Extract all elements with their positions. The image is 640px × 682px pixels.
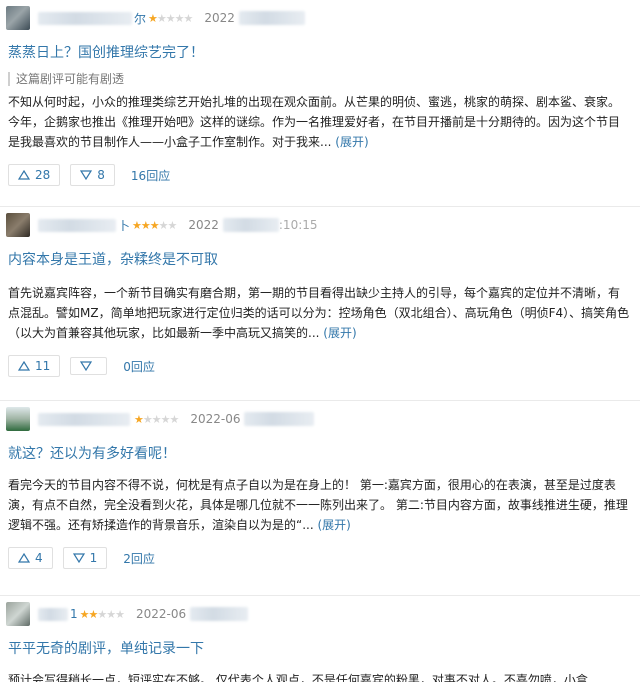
review-actions: 28 8 16回应 — [8, 164, 640, 186]
review-header: ★★★★★ 2022-06 — [0, 401, 640, 437]
useless-button[interactable] — [70, 357, 108, 375]
review-title[interactable]: 内容本身是王道，杂糅终是不可取 — [8, 249, 640, 269]
review-header: 卜 ★★★★★ 2022 :10:15 — [0, 207, 640, 243]
useless-button[interactable]: 1 — [62, 547, 108, 569]
avatar[interactable] — [6, 213, 30, 237]
review-actions: 4 1 2回应 — [8, 547, 640, 569]
useless-button[interactable]: 8 — [70, 164, 115, 186]
review-body: 不知从何时起，小众的推理类综艺开始扎堆的出现在观众面前。从芒果的明侦、蜜逃，桃家… — [8, 95, 621, 149]
review-item: 1 ★★★★★ 2022-06 平平无奇的剧评，单纯记录一下 预计会写得稍长一点… — [0, 595, 640, 682]
useful-button[interactable]: 11 — [8, 355, 61, 377]
spoiler-warning: 这篇剧评可能有剧透 — [8, 72, 640, 86]
triangle-up-icon — [18, 361, 30, 371]
expand-link[interactable]: (展开) — [335, 135, 368, 149]
avatar[interactable] — [6, 602, 30, 626]
review-body: 预计会写得稍长一点，短评实在不够。 仅代表个人观点，不是任何嘉宾的粉黑，对事不对… — [8, 673, 588, 682]
review-title[interactable]: 就这？还以为有多好看呢！ — [8, 443, 640, 463]
useful-button[interactable]: 4 — [8, 547, 53, 569]
username[interactable]: 尔 — [38, 10, 146, 27]
triangle-down-icon — [72, 553, 85, 563]
username[interactable]: 1 — [38, 607, 78, 621]
avatar[interactable] — [6, 407, 30, 431]
review-item: 卜 ★★★★★ 2022 :10:15 内容本身是王道，杂糅终是不可取 首先说嘉… — [0, 206, 640, 400]
triangle-down-icon — [80, 170, 93, 180]
review-body: 看完今天的节目内容不得不说，何枕是有点子自以为是在身上的！ 第一:嘉宾方面，很用… — [8, 478, 628, 532]
username[interactable] — [38, 412, 132, 426]
blurred-username — [38, 11, 132, 25]
review-date: 2022-06 — [136, 607, 249, 621]
rating-stars: ★★★★★ — [134, 412, 179, 426]
triangle-down-icon — [80, 361, 93, 371]
blurred-username — [38, 412, 130, 426]
review-title[interactable]: 平平无奇的剧评，单纯记录一下 — [8, 638, 640, 658]
review-title[interactable]: 蒸蒸日上？国创推理综艺完了！ — [8, 42, 640, 62]
reply-link[interactable]: 0回应 — [123, 358, 155, 375]
blurred-username — [38, 218, 116, 232]
review-body: 首先说嘉宾阵容，一个新节目确实有磨合期，第一期的节目看得出缺少主持人的引导，每个… — [8, 286, 630, 340]
review-header: 尔 ★★★★★ 2022 — [0, 0, 640, 36]
review-date: 2022 :10:15 — [188, 218, 318, 232]
review-date: 2022 — [204, 11, 305, 25]
rating-stars: ★★★★★ — [132, 218, 177, 232]
reply-link[interactable]: 16回应 — [131, 167, 170, 184]
reply-link[interactable]: 2回应 — [123, 550, 155, 567]
rating-stars: ★★★★★ — [148, 11, 193, 25]
review-date: 2022-06 — [190, 412, 315, 426]
triangle-up-icon — [18, 553, 30, 563]
blurred-username — [38, 607, 68, 621]
username[interactable]: 卜 — [38, 217, 130, 234]
review-header: 1 ★★★★★ 2022-06 — [0, 596, 640, 632]
rating-stars: ★★★★★ — [79, 607, 125, 621]
review-item: ★★★★★ 2022-06 就这？还以为有多好看呢！ 看完今天的节目内容不得不说… — [0, 400, 640, 595]
review-actions: 11 0回应 — [8, 355, 640, 377]
review-item: 尔 ★★★★★ 2022 蒸蒸日上？国创推理综艺完了！ 这篇剧评可能有剧透 不知… — [0, 0, 640, 206]
expand-link[interactable]: (展开) — [323, 326, 356, 340]
expand-link[interactable]: (展开) — [318, 518, 351, 532]
triangle-up-icon — [18, 170, 30, 180]
avatar[interactable] — [6, 6, 30, 30]
useful-button[interactable]: 28 — [8, 164, 61, 186]
